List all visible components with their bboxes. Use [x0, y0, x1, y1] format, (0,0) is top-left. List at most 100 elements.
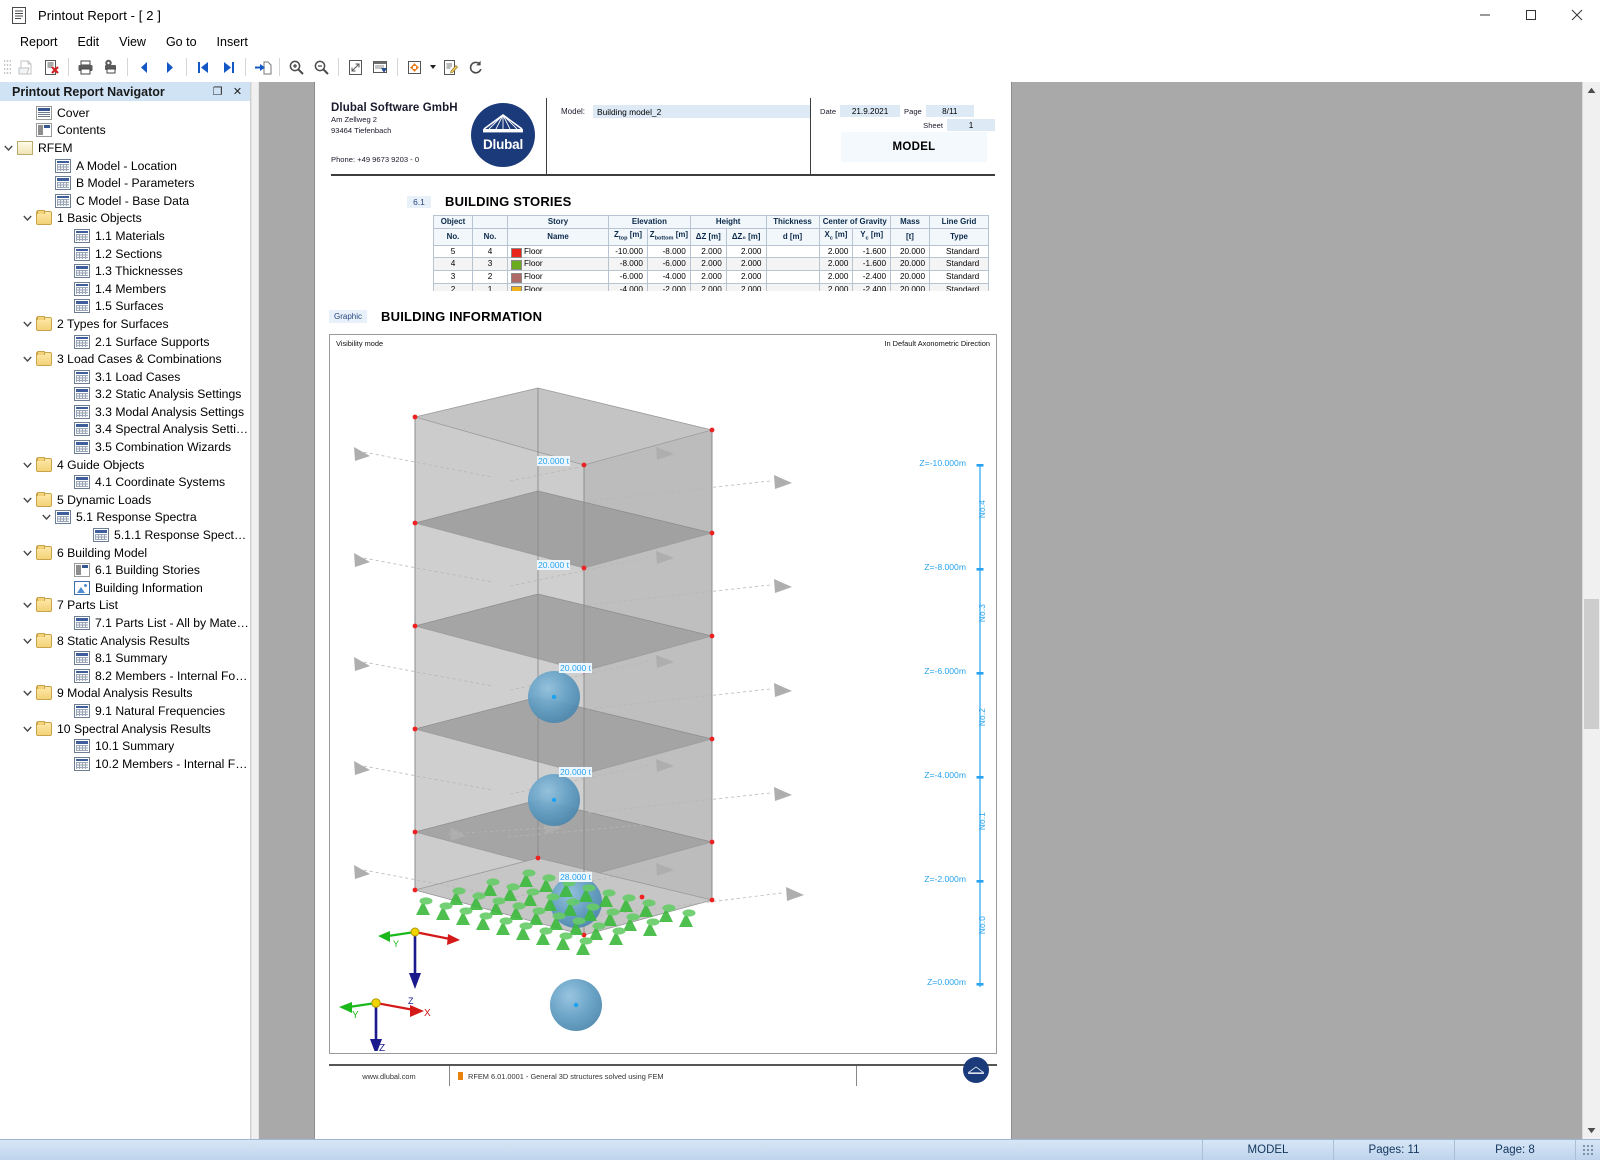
- next-page-icon[interactable]: [157, 55, 182, 79]
- tree-item[interactable]: 6.1 Building Stories: [0, 561, 250, 579]
- chevron-down-icon[interactable]: [19, 456, 36, 473]
- previous-page-icon[interactable]: [132, 55, 157, 79]
- first-page-icon[interactable]: [191, 55, 216, 79]
- navigator-close-icon[interactable]: ✕: [229, 84, 246, 100]
- doc2-icon: [36, 123, 52, 138]
- tree-item[interactable]: 6 Building Model: [0, 544, 250, 562]
- chevron-down-icon[interactable]: [19, 210, 36, 227]
- tree-item[interactable]: 7 Parts List: [0, 597, 250, 615]
- navigator-splitter[interactable]: [251, 82, 259, 1139]
- tree-item[interactable]: 10.1 Summary: [0, 737, 250, 755]
- tree-item[interactable]: 8.1 Summary: [0, 649, 250, 667]
- doc2-icon: [74, 563, 90, 578]
- go-to-page-icon[interactable]: [250, 55, 275, 79]
- tree-item[interactable]: 2.1 Surface Supports: [0, 333, 250, 351]
- tree-item[interactable]: 3.3 Modal Analysis Settings: [0, 403, 250, 421]
- tree-item[interactable]: 8.2 Members - Internal Forces by...: [0, 667, 250, 685]
- menu-edit[interactable]: Edit: [68, 33, 110, 51]
- tree-item[interactable]: 3.5 Combination Wizards: [0, 438, 250, 456]
- open-report-icon[interactable]: [14, 55, 39, 79]
- tree-item[interactable]: 5.1 Response Spectra: [0, 509, 250, 527]
- tree-item[interactable]: B Model - Parameters: [0, 174, 250, 192]
- tree-item[interactable]: RFEM: [0, 139, 250, 157]
- menu-insert[interactable]: Insert: [207, 33, 258, 51]
- menu-view[interactable]: View: [109, 33, 156, 51]
- page-layout-icon[interactable]: [368, 55, 393, 79]
- chevron-down-icon[interactable]: [19, 720, 36, 737]
- chevron-down-icon[interactable]: [19, 315, 36, 332]
- footer-program-text: RFEM 6.01.0001 - General 3D structures s…: [468, 1071, 664, 1081]
- print-icon[interactable]: [73, 55, 98, 79]
- tree-item[interactable]: 4 Guide Objects: [0, 456, 250, 474]
- tree-item[interactable]: 1.5 Surfaces: [0, 298, 250, 316]
- tree-item[interactable]: 1.3 Thicknesses: [0, 262, 250, 280]
- chevron-down-icon[interactable]: [0, 139, 17, 156]
- menu-report[interactable]: Report: [10, 33, 68, 51]
- tree-item[interactable]: Building Information: [0, 579, 250, 597]
- tree-item[interactable]: 3.2 Static Analysis Settings: [0, 386, 250, 404]
- edit-report-icon[interactable]: [438, 55, 463, 79]
- tree-item[interactable]: 4.1 Coordinate Systems: [0, 473, 250, 491]
- tree-item[interactable]: 1.1 Materials: [0, 227, 250, 245]
- tree-item[interactable]: 10 Spectral Analysis Results: [0, 720, 250, 738]
- delete-report-icon[interactable]: [39, 55, 64, 79]
- selection-mode-icon[interactable]: [402, 55, 427, 79]
- toolbar-grip[interactable]: [4, 58, 11, 76]
- chevron-down-icon[interactable]: [38, 509, 55, 526]
- tree-item-label: 2.1 Surface Supports: [95, 334, 210, 349]
- chevron-down-icon[interactable]: [19, 544, 36, 561]
- navigator-restore-icon[interactable]: ❐: [209, 84, 226, 100]
- viewer-vertical-scrollbar[interactable]: [1582, 82, 1600, 1139]
- tree-item[interactable]: 5 Dynamic Loads: [0, 491, 250, 509]
- maximize-button[interactable]: [1508, 0, 1554, 30]
- building-information-graphic[interactable]: Visibility mode In Default Axonometric D…: [329, 334, 997, 1054]
- table-icon: [74, 739, 90, 754]
- page-info-block: Date 21.9.2021 Page 8/11 Sheet 1 MODEL: [811, 98, 995, 174]
- resize-grip[interactable]: [1575, 1140, 1600, 1160]
- chevron-down-icon[interactable]: [19, 685, 36, 702]
- last-page-icon[interactable]: [216, 55, 241, 79]
- table-row: 5 4 Floor -10.000 -8.000 2.000 2.000 2.000 -1.60…: [433, 244, 989, 259]
- tree-item[interactable]: 9.1 Natural Frequencies: [0, 702, 250, 720]
- tree-item[interactable]: 3 Load Cases & Combinations: [0, 350, 250, 368]
- minimize-button[interactable]: [1462, 0, 1508, 30]
- tree-item[interactable]: 1.2 Sections: [0, 245, 250, 263]
- th-object-no: No.: [433, 227, 473, 246]
- print-settings-icon[interactable]: [98, 55, 123, 79]
- menu-goto[interactable]: Go to: [156, 33, 207, 51]
- chevron-down-icon[interactable]: [19, 632, 36, 649]
- zoom-in-icon[interactable]: [284, 55, 309, 79]
- tree-item[interactable]: 1 Basic Objects: [0, 210, 250, 228]
- scrollbar-track[interactable]: [1583, 99, 1600, 1122]
- fit-page-icon[interactable]: [343, 55, 368, 79]
- tree-item[interactable]: 5.1.1 Response Spectra - Pa...: [0, 526, 250, 544]
- chevron-down-icon[interactable]: [19, 351, 36, 368]
- tree-item[interactable]: 9 Modal Analysis Results: [0, 685, 250, 703]
- refresh-icon[interactable]: [463, 55, 488, 79]
- close-button[interactable]: [1554, 0, 1600, 30]
- tree-item[interactable]: 7.1 Parts List - All by Material: [0, 614, 250, 632]
- tree-item[interactable]: 10.2 Members - Internal Forces b...: [0, 755, 250, 773]
- scroll-up-button[interactable]: [1583, 82, 1600, 99]
- chevron-down-icon[interactable]: [427, 55, 438, 79]
- paper-scroll-area[interactable]: Dlubal Software GmbH Am Zellweg 2 93464 …: [259, 82, 1582, 1139]
- tree-item-label: 3.5 Combination Wizards: [95, 440, 232, 455]
- chevron-down-icon[interactable]: [19, 491, 36, 508]
- cell-xc: 2.000: [818, 257, 854, 271]
- cell-yc: -2.400: [852, 282, 891, 291]
- scroll-down-button[interactable]: [1583, 1122, 1600, 1139]
- tree-item[interactable]: Contents: [0, 122, 250, 140]
- tree-item[interactable]: A Model - Location: [0, 157, 250, 175]
- tree-item[interactable]: 8 Static Analysis Results: [0, 632, 250, 650]
- tree-item[interactable]: C Model - Base Data: [0, 192, 250, 210]
- chevron-down-icon[interactable]: [19, 597, 36, 614]
- tree-item[interactable]: 3.1 Load Cases: [0, 368, 250, 386]
- scrollbar-thumb[interactable]: [1584, 599, 1599, 729]
- tree-item[interactable]: 1.4 Members: [0, 280, 250, 298]
- tree-item[interactable]: 3.4 Spectral Analysis Settings: [0, 421, 250, 439]
- tree-item[interactable]: 2 Types for Surfaces: [0, 315, 250, 333]
- tree-item[interactable]: Cover: [0, 104, 250, 122]
- zoom-out-icon[interactable]: [309, 55, 334, 79]
- table-icon: [74, 756, 90, 771]
